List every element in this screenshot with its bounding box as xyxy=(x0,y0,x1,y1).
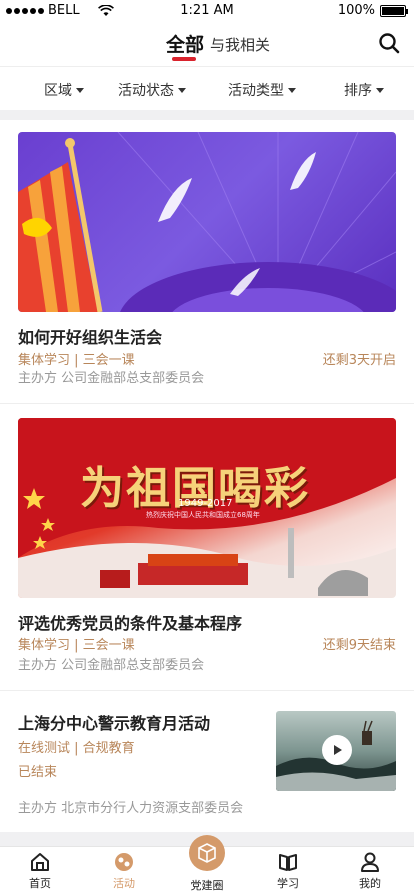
play-icon[interactable] xyxy=(322,735,352,765)
tab-home[interactable]: 首页 xyxy=(10,851,70,891)
tab-activity[interactable]: 活动 xyxy=(94,851,154,891)
tab-all[interactable]: 全部 xyxy=(166,30,204,57)
activity-tags: 集体学习 | 三会一课 xyxy=(18,353,135,368)
tab-label: 我的 xyxy=(359,877,381,890)
tab-study[interactable]: 学习 xyxy=(258,851,318,891)
tab-active-indicator xyxy=(172,57,196,61)
activity-title[interactable]: 上海分中心警示教育月活动 xyxy=(18,710,210,734)
filter-label: 活动状态 xyxy=(118,83,174,99)
top-navigation: 全部 与我相关 xyxy=(0,22,414,66)
filter-label: 区域 xyxy=(44,83,72,99)
tab-party-circle[interactable]: 党建圈 xyxy=(177,877,237,893)
filter-sort[interactable]: 排序 xyxy=(344,80,384,100)
tab-me[interactable]: 我的 xyxy=(340,851,400,891)
activity-host: 主办方 公司金融部总支部委员会 xyxy=(18,371,205,386)
home-icon xyxy=(31,853,49,871)
caret-down-icon xyxy=(178,87,186,93)
activity-host: 主办方 公司金融部总支部委员会 xyxy=(18,658,205,673)
filter-activity-status[interactable]: 活动状态 xyxy=(118,80,186,100)
activity-host: 主办方 北京市分行人力资源支部委员会 xyxy=(18,801,244,816)
battery-icon xyxy=(380,4,408,17)
banner-subtitle: 热烈庆祝中国人民共和国成立68周年 xyxy=(146,511,260,519)
card-divider xyxy=(0,690,414,691)
section-separator xyxy=(0,110,414,120)
activity-status: 还剩3天开启 xyxy=(322,353,396,368)
activity-banner-image[interactable] xyxy=(18,132,396,312)
activity-tags: 在线测试 | 合规教育 xyxy=(18,741,135,756)
tab-related-to-me[interactable]: 与我相关 xyxy=(210,34,270,55)
card-divider xyxy=(0,403,414,404)
activity-status: 已结束 xyxy=(18,765,58,780)
tab-label: 党建圈 xyxy=(190,879,224,892)
user-icon xyxy=(361,852,379,872)
banner-years: 1949-2017 xyxy=(178,498,233,509)
filter-label: 活动类型 xyxy=(228,83,284,99)
bottom-tab-bar: 首页 活动 党建圈 学习 我的 xyxy=(0,835,414,896)
cube-icon xyxy=(198,843,216,863)
activity-title[interactable]: 评选优秀党员的条件及基本程序 xyxy=(18,610,242,634)
activity-title[interactable]: 如何开好组织生活会 xyxy=(18,324,162,348)
battery-percent: 100% xyxy=(337,3,375,18)
caret-down-icon xyxy=(376,87,384,93)
tab-label: 学习 xyxy=(277,877,299,890)
filter-label: 排序 xyxy=(344,83,372,99)
caret-down-icon xyxy=(76,87,84,93)
search-icon[interactable] xyxy=(378,32,400,54)
party-circle-button[interactable] xyxy=(189,835,225,871)
filter-region[interactable]: 区域 xyxy=(44,80,84,100)
book-icon xyxy=(279,854,297,871)
activity-tags: 集体学习 | 三会一课 xyxy=(18,638,135,653)
caret-down-icon xyxy=(288,87,296,93)
status-bar: BELL 1:21 AM 100% xyxy=(0,0,414,22)
tab-label: 活动 xyxy=(113,877,135,890)
video-thumbnail[interactable] xyxy=(276,711,396,791)
filter-activity-type[interactable]: 活动类型 xyxy=(228,80,296,100)
battery-info: 100% xyxy=(337,3,408,18)
party-flag-illustration xyxy=(18,132,396,312)
activity-status: 还剩9天结束 xyxy=(322,638,396,653)
activity-icon xyxy=(115,853,133,871)
tab-label: 首页 xyxy=(29,877,51,890)
filter-bar: 区域 活动状态 活动类型 排序 xyxy=(0,66,414,110)
activity-banner-image[interactable]: 为祖国喝彩 1949-2017 热烈庆祝中国人民共和国成立68周年 xyxy=(18,418,396,598)
